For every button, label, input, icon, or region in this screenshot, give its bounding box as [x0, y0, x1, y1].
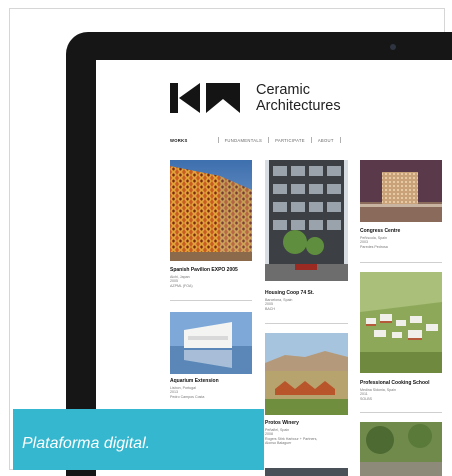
work-image-spanish-pavilion[interactable] [170, 160, 252, 261]
work-title[interactable]: Housing Coop 74 St. [265, 290, 314, 296]
brand-line-2: Architectures [256, 98, 341, 114]
work-meta: Lisbon, Portugal 2013 Pedro Campos Costa [170, 386, 205, 399]
work-title[interactable]: Protos Winery [265, 420, 299, 426]
caption-text: Plataforma digital. [22, 435, 151, 452]
work-meta: Peñíscola, Spain 2003 Paredes Pedrosa [360, 236, 388, 249]
work-image-partial[interactable] [360, 422, 442, 476]
work-meta: Medina Sidonia, Spain 2011 SOLBS [360, 388, 396, 401]
work-image-protos-winery[interactable] [265, 333, 348, 415]
nav-participate[interactable]: PARTICIPATE [275, 138, 305, 143]
work-image-housing-coop[interactable] [265, 160, 348, 281]
divider [360, 262, 442, 263]
work-image-partial[interactable] [265, 468, 348, 476]
work-meta: Peñafiel, Spain 2008 Rogers Stirk Harbour … [265, 428, 318, 446]
work-image-cooking-school[interactable] [360, 272, 442, 373]
brand-line-1: Ceramic [256, 82, 310, 98]
nav-divider [217, 137, 219, 143]
work-title[interactable]: Congress Centre [360, 228, 400, 234]
ceramic-architectures-logo[interactable] [170, 83, 240, 113]
nav-divider [310, 137, 312, 143]
divider [360, 412, 442, 413]
nav-divider [339, 137, 341, 143]
nav-divider [268, 137, 270, 143]
work-meta: Barcelona, Spain 2005 BACH [265, 298, 293, 311]
camera-icon [390, 44, 396, 50]
brand-name: Ceramic Architectures [256, 82, 341, 114]
divider [170, 300, 252, 301]
main-nav: WORKS FUNDAMENTALS PARTICIPATE ABOUT [170, 137, 347, 143]
nav-works[interactable]: WORKS [170, 138, 188, 143]
work-image-aquarium[interactable] [170, 312, 252, 374]
work-meta: Aichi, Japan 2005 AZPML (FOA) [170, 275, 193, 288]
nav-about[interactable]: ABOUT [318, 138, 334, 143]
work-title[interactable]: Professional Cooking School [360, 380, 429, 386]
work-image-congress-centre[interactable] [360, 160, 442, 222]
nav-fundamentals[interactable]: FUNDAMENTALS [225, 138, 263, 143]
work-title[interactable]: Aquarium Extension [170, 378, 219, 384]
work-title[interactable]: Spanish Pavilion EXPO 2005 [170, 267, 238, 273]
divider [265, 323, 348, 324]
